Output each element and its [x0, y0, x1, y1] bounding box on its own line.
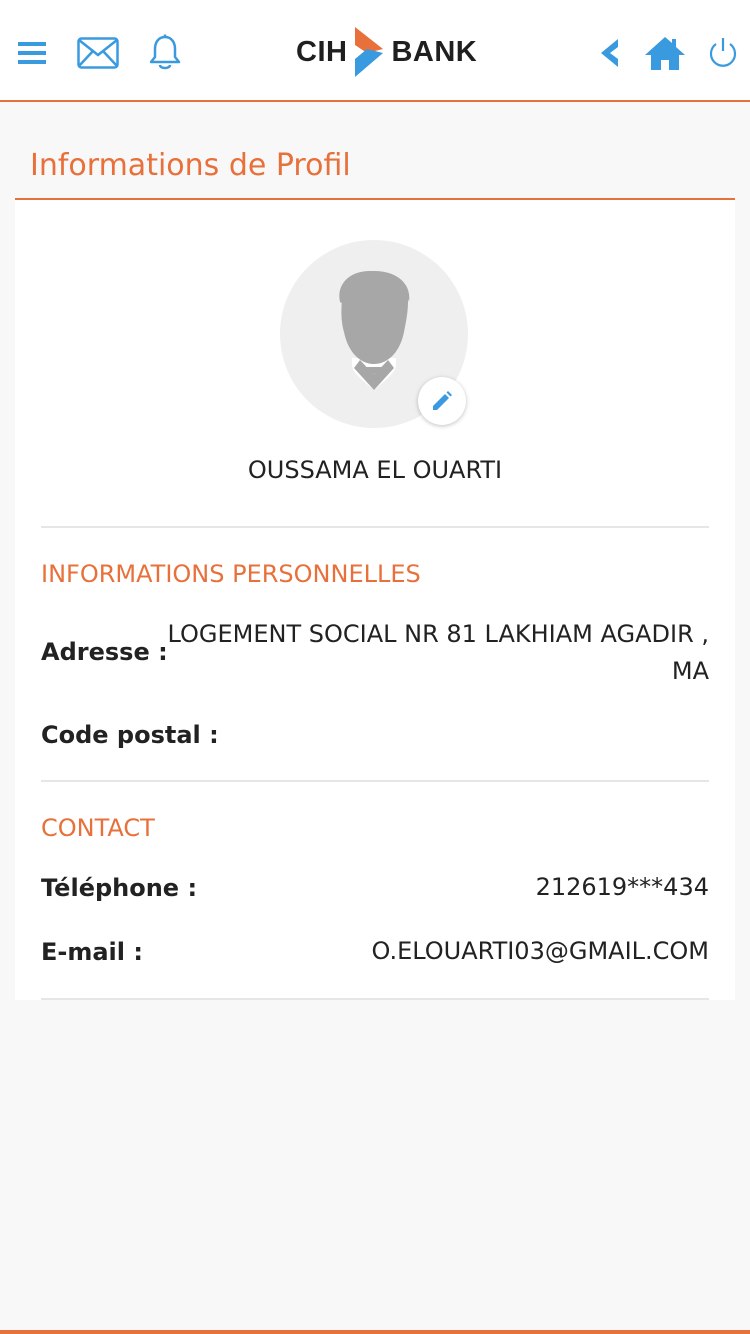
page-title: Informations de Profil: [30, 148, 351, 183]
edit-avatar-button[interactable]: [418, 377, 466, 425]
user-name: OUSSAMA EL OUARTI: [247, 456, 503, 484]
address-line-1: LOGEMENT SOCIAL NR 81 LAKHIAM AGADIR ,: [167, 620, 709, 648]
address-label: Adresse :: [41, 638, 168, 666]
pencil-icon: [433, 391, 452, 410]
section-title-contact: CONTACT: [41, 814, 155, 842]
email-label: E-mail :: [41, 938, 143, 966]
section-title-personal: INFORMATIONS PERSONNELLES: [41, 560, 421, 588]
divider: [41, 780, 709, 782]
email-value: O.ELOUARTI03@GMAIL.COM: [371, 937, 709, 965]
bottom-accent-line: [0, 1330, 750, 1334]
power-icon[interactable]: [700, 30, 746, 76]
address-line-2: MA: [671, 657, 709, 685]
cih-bank-logo: CIH BANK: [296, 26, 486, 78]
menu-icon[interactable]: [9, 30, 55, 76]
app-header: CIH BANK: [0, 0, 750, 102]
home-icon[interactable]: [642, 30, 688, 76]
bell-icon[interactable]: [142, 30, 188, 76]
mail-icon[interactable]: [75, 30, 121, 76]
phone-value: 212619***434: [535, 873, 709, 901]
logo-text-right: BANK: [391, 35, 478, 68]
divider: [41, 526, 709, 528]
logo-text-left: CIH: [296, 35, 348, 68]
phone-label: Téléphone :: [41, 874, 198, 902]
logo-arrow-icon: [355, 27, 384, 77]
back-icon[interactable]: [586, 30, 632, 76]
divider: [41, 998, 709, 1000]
postal-code-label: Code postal :: [41, 721, 219, 749]
address-value: LOGEMENT SOCIAL NR 81 LAKHIAM AGADIR , M…: [167, 616, 709, 690]
profile-card: OUSSAMA EL OUARTI INFORMATIONS PERSONNEL…: [15, 200, 735, 1000]
